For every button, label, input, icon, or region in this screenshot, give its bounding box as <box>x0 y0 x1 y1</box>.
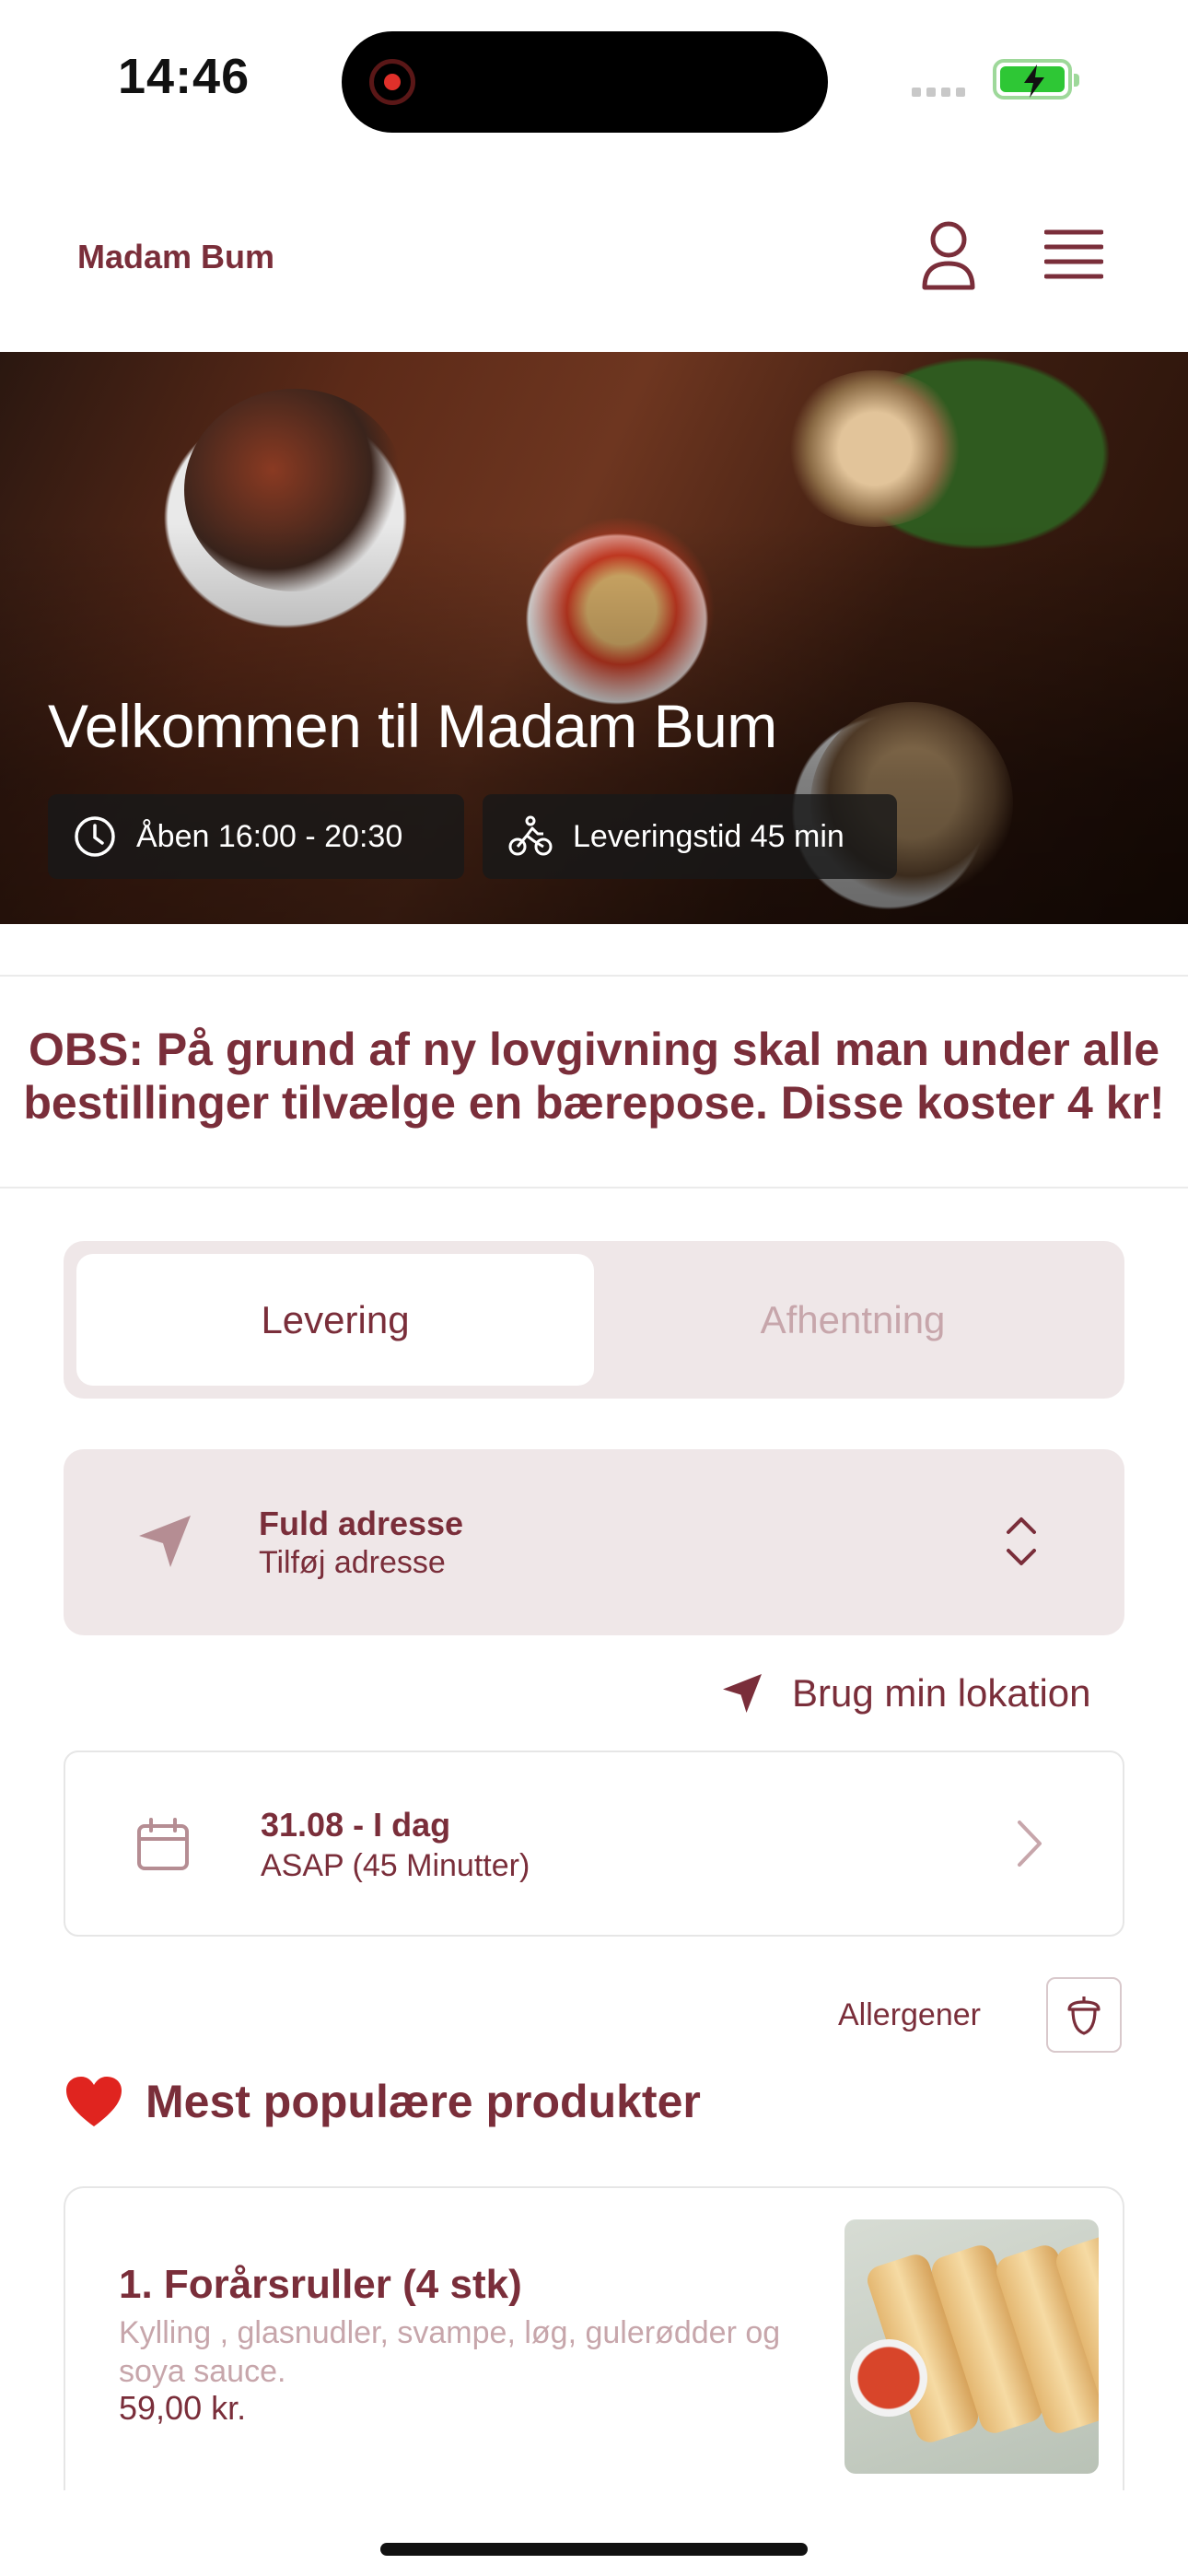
notice-line: OBS: På grund af ny lovgivning skal man … <box>28 1024 1160 1075</box>
notice-line: bestillinger tilvælge en bærepose. Disse… <box>23 1077 1165 1129</box>
allergens-button[interactable] <box>1046 1977 1122 2053</box>
address-placeholder: Tilføj adresse <box>259 1545 446 1580</box>
address-selector[interactable]: Fuld adresse Tilføj adresse <box>64 1449 1124 1635</box>
delivery-time-badge: Leveringstid 45 min <box>483 794 897 879</box>
tab-delivery[interactable]: Levering <box>76 1254 594 1386</box>
hero-banner: Velkommen til Madam Bum Åben 16:00 - 20:… <box>0 352 1188 924</box>
delivery-time-selector[interactable]: 31.08 - I dag ASAP (45 Minutter) <box>64 1751 1124 1937</box>
acorn-icon <box>1067 1996 1101 2035</box>
opening-hours-badge: Åben 16:00 - 20:30 <box>48 794 464 879</box>
tab-pickup[interactable]: Afhentning <box>594 1254 1112 1386</box>
allergens-label: Allergener <box>838 1997 981 2032</box>
divider <box>0 1187 1188 1188</box>
delivery-time-text: Leveringstid 45 min <box>573 818 844 854</box>
bicycle-icon <box>508 815 553 856</box>
time-label: ASAP (45 Minutter) <box>261 1848 530 1883</box>
location-arrow-icon <box>723 1674 762 1713</box>
notice-banner: OBS: På grund af ny lovgivning skal man … <box>0 1023 1188 1130</box>
hero-title: Velkommen til Madam Bum <box>48 692 777 760</box>
use-location-button[interactable]: Brug min lokation <box>720 1666 1091 1721</box>
popular-products-title: Mest populære produkter <box>146 2076 701 2127</box>
product-description: Kylling , glasnudler, svampe, løg, guler… <box>119 2315 781 2389</box>
signal-icon <box>912 85 971 101</box>
recording-icon <box>369 59 415 105</box>
use-location-label: Brug min lokation <box>792 1671 1091 1715</box>
menu-icon[interactable] <box>1043 228 1104 287</box>
clock-icon <box>75 816 115 857</box>
status-time: 14:46 <box>118 49 250 104</box>
opening-hours-text: Åben 16:00 - 20:30 <box>136 818 403 854</box>
location-arrow-icon <box>139 1516 191 1567</box>
heart-icon <box>66 2077 122 2126</box>
brand-logo[interactable]: Madam Bum <box>77 238 274 276</box>
calendar-icon <box>137 1818 189 1870</box>
home-indicator[interactable] <box>380 2543 808 2556</box>
battery-icon <box>993 59 1079 100</box>
order-type-toggle: Levering Afhentning <box>64 1241 1124 1399</box>
product-image <box>844 2219 1099 2474</box>
product-price: 59,00 kr. <box>119 2389 247 2427</box>
divider <box>0 975 1188 977</box>
popular-products-heading: Mest populære produkter <box>64 2075 701 2128</box>
dynamic-island <box>342 31 828 133</box>
product-name: 1. Forårsruller (4 stk) <box>119 2262 522 2307</box>
chevron-right-icon <box>1018 1821 1042 1867</box>
user-icon[interactable] <box>917 219 980 298</box>
product-card[interactable]: 1. Forårsruller (4 stk) Kylling , glasnu… <box>64 2186 1124 2490</box>
address-title: Fuld adresse <box>259 1505 464 1542</box>
chevron-up-down-icon <box>1007 1517 1036 1565</box>
date-label: 31.08 - I dag <box>261 1806 451 1844</box>
